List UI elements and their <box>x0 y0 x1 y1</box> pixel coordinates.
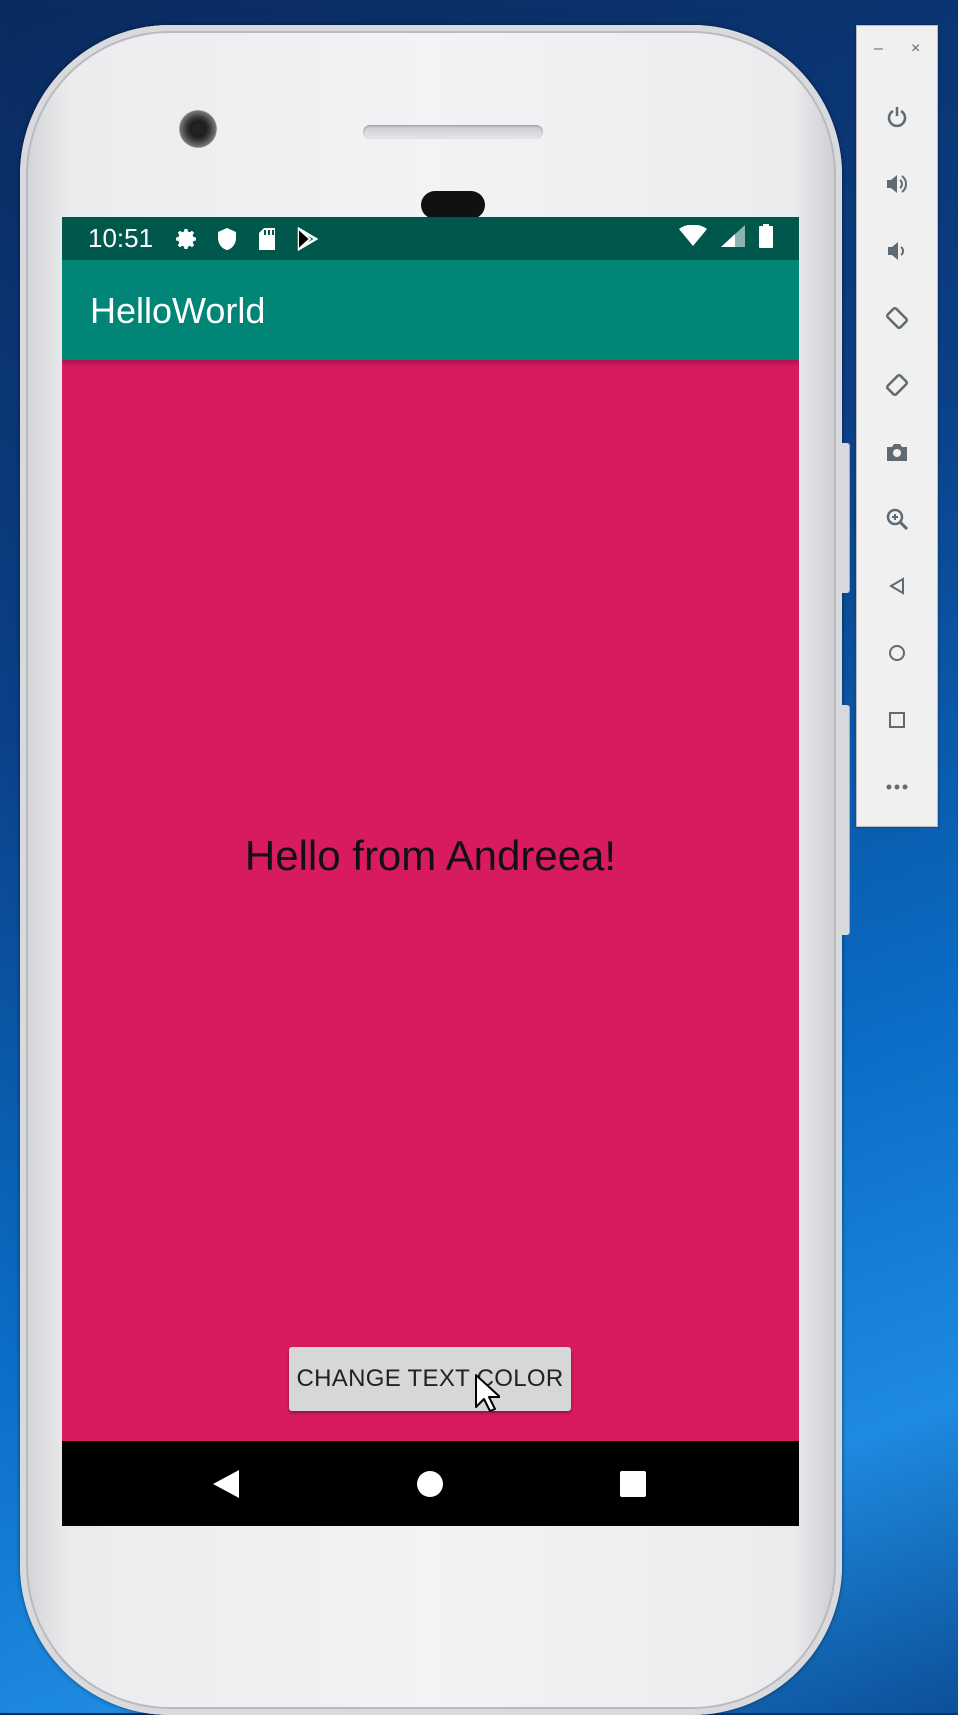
mouse-cursor-icon <box>475 1374 500 1412</box>
more-icon[interactable] <box>857 762 937 812</box>
emulator-toolbar: – × <box>856 25 938 827</box>
volume-down-icon[interactable] <box>857 226 937 276</box>
wifi-icon <box>679 224 707 252</box>
play-store-icon <box>295 226 319 251</box>
minimize-button[interactable]: – <box>874 40 883 58</box>
zoom-icon[interactable] <box>857 494 937 544</box>
signal-icon <box>721 225 745 252</box>
gear-icon <box>175 227 199 251</box>
back-icon[interactable] <box>196 1441 256 1526</box>
hello-text: Hello from Andreea! <box>244 832 617 879</box>
volume-up-icon[interactable] <box>857 159 937 209</box>
home-icon[interactable] <box>400 1441 460 1526</box>
camera-icon[interactable] <box>857 427 937 477</box>
phone-side-button <box>842 705 850 935</box>
back-icon[interactable] <box>857 561 937 611</box>
device-screen: 10:51 HelloWorld Hello from Andreea! <box>62 217 799 1526</box>
navigation-bar <box>62 1441 799 1526</box>
app-title: HelloWorld <box>90 290 266 331</box>
home-icon[interactable] <box>857 628 937 678</box>
close-button[interactable]: × <box>911 40 920 58</box>
status-bar: 10:51 <box>62 217 799 260</box>
status-time: 10:51 <box>88 223 154 253</box>
shield-icon <box>215 227 239 251</box>
status-right-icons <box>679 224 773 253</box>
rotate-left-icon[interactable] <box>857 293 937 343</box>
overview-icon[interactable] <box>857 695 937 745</box>
recents-icon[interactable] <box>603 1441 663 1526</box>
proximity-sensor <box>421 191 485 219</box>
front-camera <box>179 110 217 148</box>
sd-card-icon <box>255 227 279 251</box>
battery-icon <box>759 224 773 253</box>
rotate-right-icon[interactable] <box>857 360 937 410</box>
earpiece-speaker <box>363 125 543 139</box>
change-text-color-button[interactable]: CHANGE TEXT COLOR <box>289 1347 571 1411</box>
power-icon[interactable] <box>857 92 937 142</box>
phone-side-button <box>842 443 850 593</box>
main-content: Hello from Andreea! <box>62 360 799 1458</box>
app-bar: HelloWorld <box>62 260 799 360</box>
